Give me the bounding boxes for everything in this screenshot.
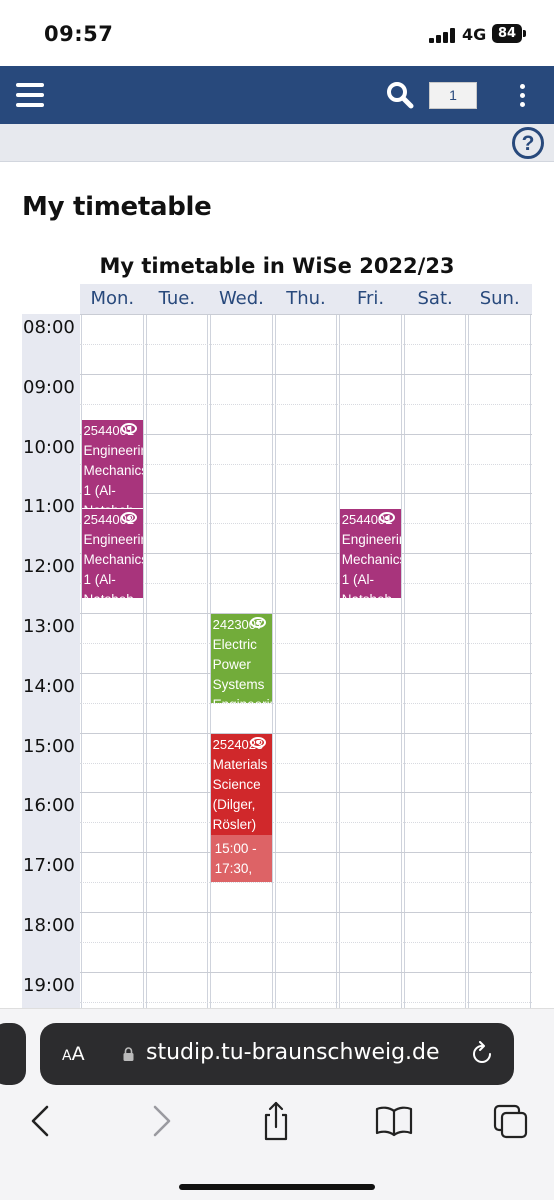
- page-title: My timetable: [22, 192, 212, 222]
- signal-icon: [429, 27, 455, 43]
- forward-icon[interactable]: [140, 1101, 180, 1141]
- home-indicator: [179, 1184, 375, 1190]
- tabs-icon[interactable]: [492, 1101, 532, 1141]
- address-bar[interactable]: AA studip.tu-braunschweig.de: [40, 1023, 514, 1085]
- event-title: Engineering Mechanics 1 (Al-Natsheh: [341, 532, 402, 598]
- half-hour-gridline: [80, 642, 532, 644]
- hour-label: 18:00: [23, 915, 75, 936]
- event-title: Engineering Mechanics 1 (Al-Natsheh: [83, 532, 144, 598]
- hour-label: 09:00: [23, 376, 75, 398]
- day-header: Tue.: [158, 288, 196, 309]
- day-header: Sat.: [417, 288, 453, 309]
- hour-gridline: [80, 852, 532, 854]
- hour-gridline: [80, 553, 532, 555]
- timetable-title-text: My timetable in WiSe 2022/23: [99, 254, 455, 278]
- search-icon[interactable]: [384, 79, 416, 111]
- half-hour-gridline: [80, 583, 532, 585]
- hour-gridline: [80, 792, 532, 794]
- hour-gridline: [80, 732, 532, 734]
- back-icon[interactable]: [22, 1101, 62, 1141]
- day-column: [339, 314, 402, 1010]
- hour-label: 15:00: [23, 735, 75, 757]
- battery-icon: 84: [492, 24, 522, 43]
- day-column: [145, 314, 209, 1010]
- help-icon[interactable]: ?: [512, 127, 544, 159]
- previous-tab-preview[interactable]: [0, 1023, 26, 1085]
- hour-label: 17:00: [23, 855, 75, 877]
- bookmarks-icon[interactable]: [374, 1101, 414, 1141]
- text-size-small-a: A: [62, 1048, 72, 1064]
- timetable-title: My timetable in WiSe 2022/23: [0, 254, 554, 278]
- network-type: 4G: [462, 25, 487, 44]
- eye-icon[interactable]: [250, 736, 267, 748]
- day-header: Wed.: [218, 288, 264, 309]
- hour-gridline: [80, 613, 532, 614]
- event-title: Electric Power Systems Engineering: [212, 637, 273, 703]
- hour-gridline: [80, 493, 532, 495]
- hour-label: 14:00: [23, 675, 75, 697]
- help-bar: ?: [0, 124, 554, 162]
- half-hour-gridline: [80, 463, 532, 465]
- time-column: [22, 314, 80, 1010]
- half-hour-gridline: [80, 822, 532, 824]
- half-hour-gridline: [80, 343, 532, 345]
- timetable-event[interactable]: 2544001Engineering Mechanics 1 (Al-Natsh…: [81, 419, 144, 509]
- half-hour-gridline: [80, 762, 532, 764]
- half-hour-gridline: [80, 702, 532, 704]
- battery-cap: [523, 30, 526, 37]
- day-column: [274, 314, 338, 1010]
- text-size-button[interactable]: AA: [62, 1043, 85, 1065]
- hour-label: 10:00: [23, 436, 75, 458]
- more-vertical-icon[interactable]: [512, 83, 532, 109]
- hour-gridline: [80, 912, 532, 913]
- status-bar: 09:57 4G 84: [0, 0, 554, 66]
- day-header: Fri.: [356, 288, 385, 309]
- half-hour-gridline: [80, 403, 532, 405]
- half-hour-gridline: [80, 882, 532, 884]
- hour-label: 16:00: [23, 795, 75, 817]
- hour-label: 08:00: [23, 317, 75, 338]
- day-column: [468, 314, 531, 1010]
- hour-gridline: [80, 433, 532, 435]
- app-header: 1: [0, 66, 554, 124]
- hour-gridline: [80, 971, 532, 973]
- timetable-event[interactable]: 2544002Engineering Mechanics 1 (Al-Natsh…: [81, 509, 144, 599]
- event-time: 15:00 - 17:30, Hauptg: [210, 834, 273, 883]
- timetable-event[interactable]: 2423007Electric Power Systems Engineerin…: [210, 614, 273, 703]
- hour-label: 11:00: [23, 496, 75, 518]
- day-header-row: Mon. Tue. Wed. Thu. Fri. Sat. Sun.: [80, 284, 532, 314]
- day-header: Thu.: [286, 288, 326, 309]
- menu-icon[interactable]: [16, 83, 44, 107]
- half-hour-gridline: [80, 1001, 532, 1003]
- status-time: 09:57: [44, 22, 114, 46]
- event-title: Materials Science (Dilger, Rösler): [212, 756, 268, 832]
- day-column: [403, 314, 467, 1010]
- day-header: Sun.: [479, 288, 520, 309]
- half-hour-gridline: [80, 941, 532, 943]
- hour-gridline: [80, 672, 532, 674]
- reload-icon[interactable]: [470, 1041, 494, 1067]
- hour-label: 19:00: [23, 974, 75, 996]
- notification-counter[interactable]: 1: [429, 82, 477, 109]
- timetable-grid: Mon. Tue. Wed. Thu. Fri. Sat. Sun. 08:00 09:00 1…: [22, 284, 532, 1010]
- browser-toolbar: AA studip.tu-braunschweig.de: [0, 1008, 554, 1200]
- hour-gridline: [80, 314, 532, 315]
- day-column: [81, 314, 144, 1010]
- lock-icon: [123, 1047, 134, 1061]
- url-text: studip.tu-braunschweig.de: [146, 1040, 440, 1065]
- timetable-event[interactable]: 2544001Engineering Mechanics 1 (Al-Natsh…: [339, 509, 402, 599]
- eye-icon[interactable]: [121, 422, 138, 434]
- hour-label: 12:00: [23, 556, 75, 578]
- hour-label: 13:00: [23, 616, 75, 637]
- text-size-big-a: A: [71, 1043, 85, 1065]
- half-hour-gridline: [80, 523, 532, 525]
- timetable-event[interactable]: 2524023 Materials Science (Dilger, Rösler…: [210, 733, 273, 883]
- day-header: Mon.: [90, 288, 135, 309]
- event-title: Engineering Mechanics 1 (Al-Natsheh: [83, 442, 144, 509]
- hour-gridline: [80, 373, 532, 375]
- share-icon[interactable]: [256, 1101, 296, 1141]
